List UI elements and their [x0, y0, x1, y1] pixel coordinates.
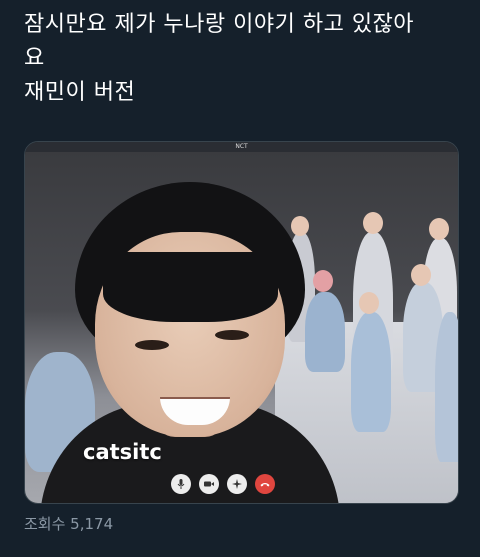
microphone-button[interactable] — [171, 474, 191, 494]
person-hair-fringe — [103, 252, 278, 322]
end-call-icon — [259, 475, 271, 494]
caller-name: catsitc — [83, 440, 162, 464]
call-controls — [171, 474, 275, 494]
background-member-head — [411, 264, 431, 286]
view-count: 조회수 5,174 — [24, 515, 114, 533]
background-member-head — [429, 218, 449, 240]
media-video[interactable]: NCT catsitc — [24, 141, 459, 504]
tweet-text-line-2: 요 — [24, 46, 45, 71]
video-camera-button[interactable] — [199, 474, 219, 494]
video-call-frame: catsitc — [25, 152, 458, 503]
tweet-text-line-1: 잠시만요 제가 누나랑 이야기 하고 있잖아 — [24, 12, 415, 37]
background-member — [351, 312, 391, 432]
background-member-head — [291, 216, 309, 236]
tweet-text-line-3: 재민이 버전 — [24, 80, 136, 105]
video-camera-icon — [203, 475, 215, 494]
background-member — [305, 292, 345, 372]
microphone-icon — [175, 475, 187, 494]
effects-button[interactable] — [227, 474, 247, 494]
effects-icon — [231, 475, 243, 494]
video-window-title: NCT — [25, 142, 458, 152]
background-member-head — [359, 292, 379, 314]
tweet-text: 잠시만요 제가 누나랑 이야기 하고 있잖아 요 재민이 버전 — [24, 8, 464, 110]
person-left-eye — [135, 340, 169, 350]
background-member-head — [313, 270, 333, 292]
background-member-head — [363, 212, 383, 234]
end-call-button[interactable] — [255, 474, 275, 494]
person-right-eye — [215, 330, 249, 340]
background-member — [435, 312, 458, 462]
